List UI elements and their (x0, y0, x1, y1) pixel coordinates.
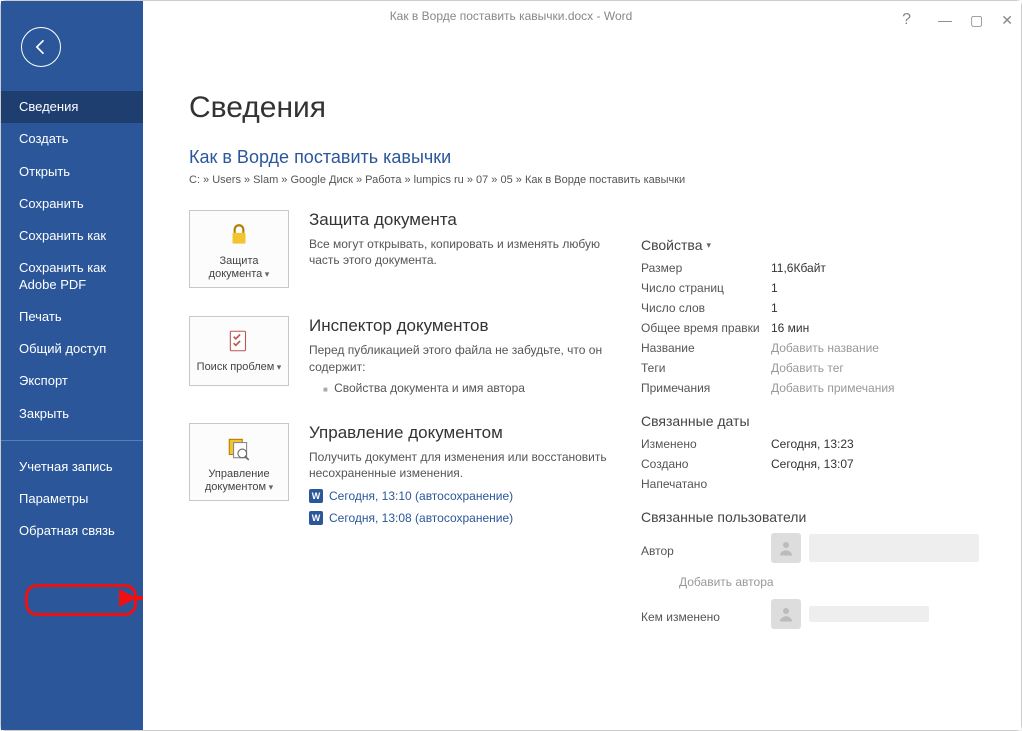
related-users-header: Связанные пользователи (641, 509, 991, 525)
nav-separator (1, 440, 143, 441)
nav-open[interactable]: Открыть (1, 156, 143, 188)
lock-icon (194, 219, 284, 251)
window-title: Как в Ворде поставить кавычки.docx - Wor… (390, 9, 633, 23)
avatar-icon (771, 533, 801, 563)
protect-title: Защита документа (309, 210, 609, 230)
prop-modified-value: Сегодня, 13:23 (771, 437, 854, 451)
maximize-icon[interactable]: ▢ (970, 5, 983, 35)
prop-size-value: 11,6Кбайт (771, 261, 826, 275)
prop-created-key: Создано (641, 457, 771, 471)
prop-notes-value[interactable]: Добавить примечания (771, 381, 895, 395)
autosave-link-1[interactable]: W Сегодня, 13:10 (автосохранение) (309, 489, 609, 503)
backstage-sidebar: Сведения Создать Открыть Сохранить Сохра… (1, 1, 143, 730)
inspect-title: Инспектор документов (309, 316, 609, 336)
prop-words-value: 1 (771, 301, 778, 315)
word-file-icon: W (309, 511, 323, 525)
titlebar: Как в Ворде поставить кавычки.docx - Wor… (1, 1, 1021, 31)
properties-header[interactable]: Свойства (641, 237, 991, 253)
nav-info[interactable]: Сведения (1, 91, 143, 123)
inspect-button-label: Поиск проблем (194, 361, 284, 374)
prop-printed-key: Напечатано (641, 477, 771, 491)
prop-pages-key: Число страниц (641, 281, 771, 295)
word-file-icon: W (309, 489, 323, 503)
help-button[interactable]: ? (902, 5, 911, 35)
avatar-icon (771, 599, 801, 629)
nav-close[interactable]: Закрыть (1, 398, 143, 430)
autosave-1-label: Сегодня, 13:10 (автосохранение) (329, 489, 513, 503)
prop-pages-value: 1 (771, 281, 778, 295)
checklist-icon (194, 325, 284, 357)
prop-tags-value[interactable]: Добавить тег (771, 361, 844, 375)
document-title: Как в Ворде поставить кавычки (189, 147, 987, 168)
properties-panel: Свойства Размер11,6Кбайт Число страниц1 … (641, 237, 991, 641)
related-dates-header: Связанные даты (641, 413, 991, 429)
inspect-bullet: Свойства документа и имя автора (323, 381, 609, 395)
prop-title-key: Название (641, 341, 771, 355)
autosave-2-label: Сегодня, 13:08 (автосохранение) (329, 511, 513, 525)
documents-icon (194, 432, 284, 464)
minimize-icon[interactable]: — (938, 5, 952, 35)
lastmod-name-redacted (809, 606, 929, 622)
check-issues-button[interactable]: Поиск проблем (189, 316, 289, 386)
lastmod-row (771, 599, 929, 629)
page-title: Сведения (189, 91, 987, 125)
prop-edittime-key: Общее время правки (641, 321, 771, 335)
nav-save[interactable]: Сохранить (1, 188, 143, 220)
inspect-desc: Перед публикацией этого файла не забудьт… (309, 342, 609, 374)
prop-created-value: Сегодня, 13:07 (771, 457, 854, 471)
nav-print[interactable]: Печать (1, 301, 143, 333)
window-controls: — ▢ ✕ (938, 5, 1013, 35)
autosave-link-2[interactable]: W Сегодня, 13:08 (автосохранение) (309, 511, 609, 525)
manage-desc: Получить документ для изменения или восс… (309, 449, 609, 481)
nav-export[interactable]: Экспорт (1, 365, 143, 397)
manage-document-button[interactable]: Управление документом (189, 423, 289, 501)
prop-edittime-value: 16 мин (771, 321, 809, 335)
nav-share[interactable]: Общий доступ (1, 333, 143, 365)
author-row (771, 533, 979, 563)
prop-modified-key: Изменено (641, 437, 771, 451)
manage-title: Управление документом (309, 423, 609, 443)
add-author-link[interactable]: Добавить автора (679, 575, 991, 589)
nav-options[interactable]: Параметры (1, 483, 143, 515)
prop-size-key: Размер (641, 261, 771, 275)
nav-account[interactable]: Учетная запись (1, 451, 143, 483)
prop-words-key: Число слов (641, 301, 771, 315)
prop-notes-key: Примечания (641, 381, 771, 395)
close-icon[interactable]: ✕ (1001, 5, 1013, 35)
prop-title-value[interactable]: Добавить название (771, 341, 879, 355)
manage-button-label: Управление документом (194, 468, 284, 494)
breadcrumb: C: » Users » Slam » Google Диск » Работа… (189, 174, 987, 186)
protect-desc: Все могут открывать, копировать и изменя… (309, 236, 609, 268)
prop-lastmod-key: Кем изменено (641, 610, 771, 624)
prop-tags-key: Теги (641, 361, 771, 375)
author-name-redacted (809, 534, 979, 562)
protect-document-button[interactable]: Защита документа (189, 210, 289, 288)
arrow-left-icon (31, 37, 51, 57)
nav-save-as[interactable]: Сохранить как (1, 220, 143, 252)
nav-save-pdf[interactable]: Сохранить как Adobe PDF (1, 252, 143, 301)
nav-feedback[interactable]: Обратная связь (1, 515, 143, 547)
back-button[interactable] (21, 27, 61, 67)
protect-button-label: Защита документа (194, 255, 284, 281)
nav-new[interactable]: Создать (1, 123, 143, 155)
prop-author-key: Автор (641, 544, 771, 558)
